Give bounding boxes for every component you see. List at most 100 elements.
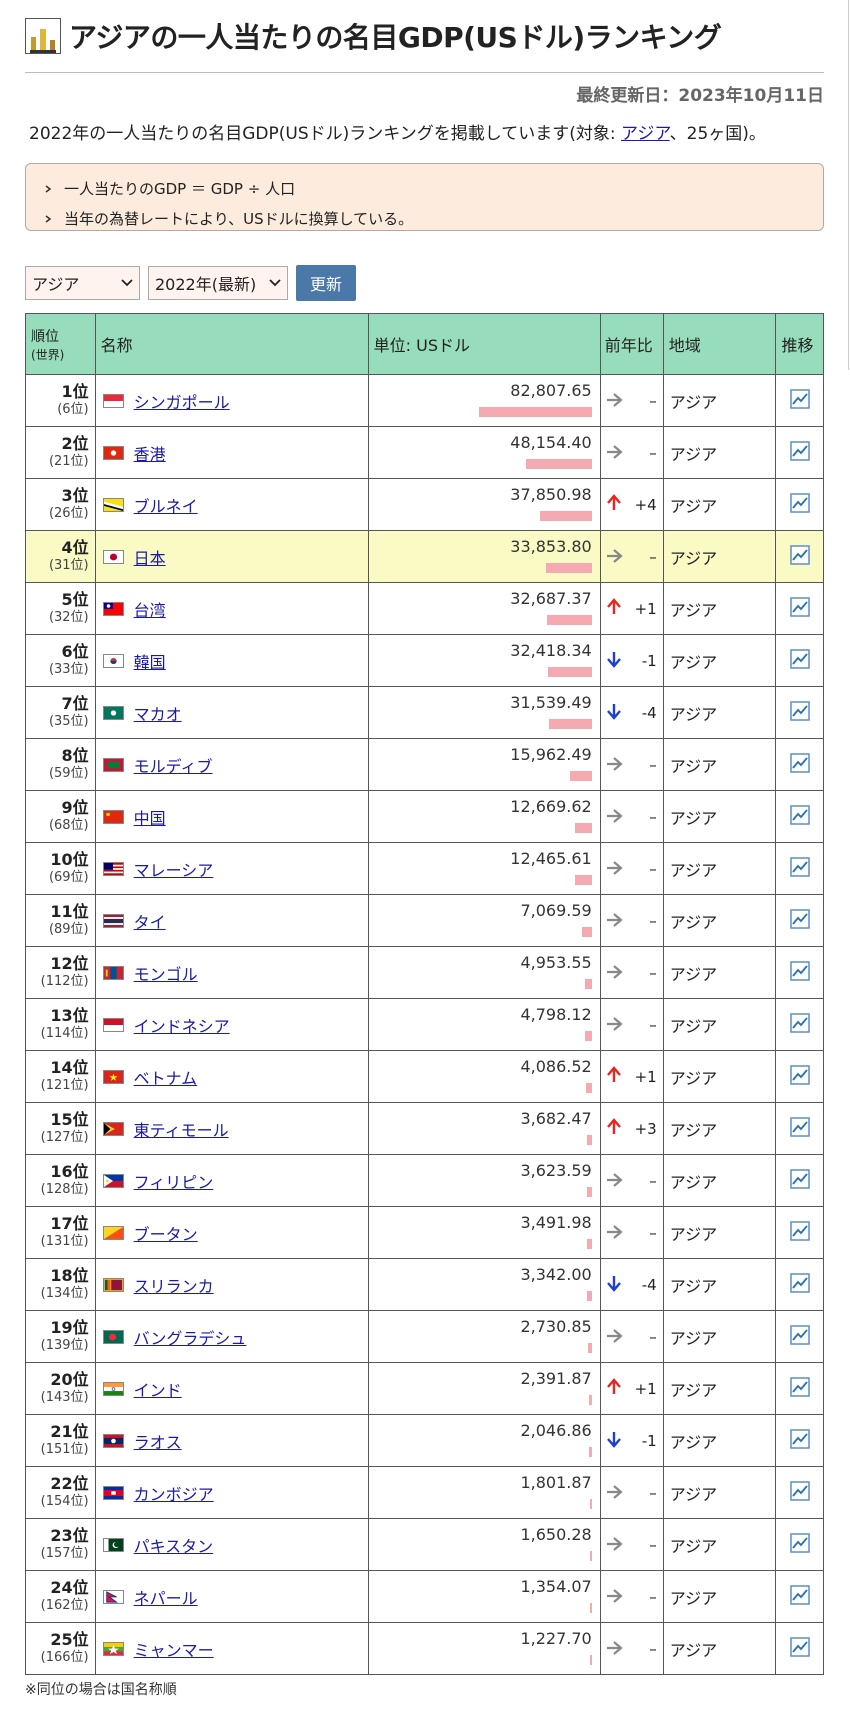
country-link[interactable]: バングラデシュ [134, 1325, 247, 1349]
country-link[interactable]: 台湾 [134, 597, 166, 621]
line-chart-icon[interactable] [789, 648, 810, 673]
line-chart-icon[interactable] [789, 492, 810, 517]
rank: 18位 [50, 1265, 89, 1285]
trend-chart-link[interactable] [775, 998, 824, 1051]
country-link[interactable]: マカオ [134, 701, 182, 725]
line-chart-icon[interactable] [789, 1168, 810, 1193]
country-link[interactable]: ミャンマー [134, 1637, 214, 1661]
rank: 13位 [50, 1005, 89, 1025]
world-rank: (59位) [48, 765, 89, 781]
line-chart-icon[interactable] [789, 1532, 810, 1557]
line-chart-icon[interactable] [789, 856, 810, 881]
trend-chart-link[interactable] [775, 530, 824, 583]
trend-chart-link[interactable] [775, 1310, 824, 1363]
line-chart-icon[interactable] [789, 1584, 810, 1609]
region-cell: アジア [662, 1050, 777, 1103]
trend-chart-link[interactable] [775, 1206, 824, 1259]
trend-chart-link[interactable] [775, 738, 824, 791]
rank-cell: 13位 (114位) [25, 998, 96, 1051]
gdp-value: 3,682.47 [520, 1109, 592, 1128]
trend-chart-link[interactable] [775, 634, 824, 687]
chevron-down-icon [269, 279, 281, 287]
line-chart-icon[interactable] [789, 960, 810, 985]
country-link[interactable]: シンガポール [134, 389, 230, 413]
trend-chart-link[interactable] [775, 1466, 824, 1519]
value-cell: 4,086.52 [367, 1050, 601, 1103]
country-link[interactable]: インドネシア [134, 1013, 230, 1037]
line-chart-icon[interactable] [789, 440, 810, 465]
trend-chart-link[interactable] [775, 1258, 824, 1311]
change-cell: – [599, 1154, 664, 1207]
line-chart-icon[interactable] [789, 1220, 810, 1245]
line-chart-icon[interactable] [789, 804, 810, 829]
country-link[interactable]: 香港 [134, 441, 166, 465]
trend-chart-link[interactable] [775, 1154, 824, 1207]
flag-icon-jp [102, 549, 124, 564]
trend-chart-link[interactable] [775, 374, 824, 427]
country-link[interactable]: タイ [134, 909, 166, 933]
trend-chart-link[interactable] [775, 1414, 824, 1467]
trend-chart-link[interactable] [775, 842, 824, 895]
country-link[interactable]: パキスタン [134, 1533, 214, 1557]
country-link[interactable]: 東ティモール [134, 1117, 229, 1141]
trend-chart-link[interactable] [775, 894, 824, 947]
region-select[interactable]: アジア [25, 266, 140, 300]
line-chart-icon[interactable] [789, 1636, 810, 1661]
rank-change: – [649, 443, 657, 462]
line-chart-icon[interactable] [789, 1272, 810, 1297]
line-chart-icon[interactable] [789, 752, 810, 777]
trend-chart-link[interactable] [775, 686, 824, 739]
region-link[interactable]: アジア [621, 124, 670, 144]
country-link[interactable]: ラオス [134, 1429, 182, 1453]
country-link[interactable]: モルディブ [134, 753, 213, 777]
flag-icon-mm [102, 1641, 124, 1656]
line-chart-icon[interactable] [789, 1116, 810, 1141]
trend-chart-link[interactable] [775, 1050, 824, 1103]
rank-cell: 6位 (33位) [25, 634, 96, 687]
trend-chart-link[interactable] [775, 946, 824, 999]
trend-chart-link[interactable] [775, 790, 824, 843]
country-link[interactable]: インド [134, 1377, 182, 1401]
line-chart-icon[interactable] [789, 1324, 810, 1349]
trend-chart-link[interactable] [775, 478, 824, 531]
trend-chart-link[interactable] [775, 582, 824, 635]
table-row: 23位 (157位) パキスタン 1,650.28 – アジア [25, 1518, 824, 1571]
country-link[interactable]: 韓国 [134, 649, 166, 673]
flag-icon-ph [102, 1173, 124, 1188]
country-link[interactable]: ベトナム [134, 1065, 198, 1089]
line-chart-icon[interactable] [789, 544, 810, 569]
table-row: 2位 (21位) 香港 48,154.40 – アジア [25, 426, 824, 479]
country-link[interactable]: カンボジア [134, 1481, 214, 1505]
line-chart-icon[interactable] [789, 1064, 810, 1089]
country-link[interactable]: モンゴル [134, 961, 198, 985]
change-cell: +3 [599, 1102, 664, 1155]
world-rank: (139位) [40, 1337, 89, 1353]
line-chart-icon[interactable] [789, 908, 810, 933]
trend-chart-link[interactable] [775, 1518, 824, 1571]
line-chart-icon[interactable] [789, 1376, 810, 1401]
country-link[interactable]: 日本 [134, 545, 166, 569]
line-chart-icon[interactable] [789, 388, 810, 413]
line-chart-icon[interactable] [789, 700, 810, 725]
flag-icon-sg [102, 393, 124, 408]
country-link[interactable]: ブルネイ [134, 493, 198, 517]
trend-chart-link[interactable] [775, 1622, 824, 1675]
region-header: 地域 [662, 313, 777, 375]
country-link[interactable]: ネパール [134, 1585, 198, 1609]
trend-chart-link[interactable] [775, 1102, 824, 1155]
country-link[interactable]: スリランカ [134, 1273, 214, 1297]
update-button[interactable]: 更新 [296, 265, 356, 301]
country-link[interactable]: フィリピン [134, 1169, 214, 1193]
year-select[interactable]: 2022年(最新) [148, 266, 288, 300]
trend-chart-link[interactable] [775, 1570, 824, 1623]
trend-chart-link[interactable] [775, 426, 824, 479]
country-link[interactable]: 中国 [134, 805, 166, 829]
country-link[interactable]: ブータン [134, 1221, 198, 1245]
trend-chart-link[interactable] [775, 1362, 824, 1415]
line-chart-icon[interactable] [789, 596, 810, 621]
country-link[interactable]: マレーシア [134, 857, 214, 881]
line-chart-icon[interactable] [789, 1428, 810, 1453]
line-chart-icon[interactable] [789, 1480, 810, 1505]
value-cell: 3,342.00 [367, 1258, 601, 1311]
line-chart-icon[interactable] [789, 1012, 810, 1037]
